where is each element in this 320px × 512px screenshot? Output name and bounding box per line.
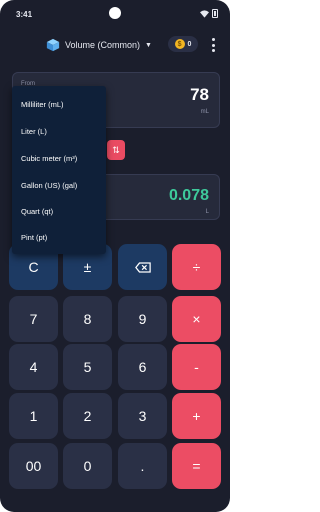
six-key[interactable]: 6	[118, 344, 167, 390]
eight-key[interactable]: 8	[63, 296, 112, 342]
phone-screen: 3:41 Volume (Common) ▼ $ 0 From 78 mL ⇅ …	[0, 0, 230, 512]
decimal-key[interactable]: .	[118, 443, 167, 489]
cube-icon	[46, 38, 60, 52]
plus-key[interactable]: +	[172, 393, 221, 439]
app-bar: Volume (Common) ▼ $ 0	[0, 30, 230, 60]
camera-cutout	[109, 7, 121, 19]
two-key[interactable]: 2	[63, 393, 112, 439]
menu-item-quart[interactable]: Quart (qt)	[12, 197, 106, 225]
battery-icon	[212, 9, 218, 18]
category-selector[interactable]: Volume (Common) ▼	[46, 35, 152, 55]
divide-key[interactable]: ÷	[172, 244, 221, 290]
status-icons	[200, 9, 218, 18]
coin-icon: $	[174, 39, 185, 49]
to-value: 0.078	[168, 187, 209, 204]
seven-key[interactable]: 7	[9, 296, 58, 342]
one-key[interactable]: 1	[9, 393, 58, 439]
status-time: 3:41	[16, 10, 33, 19]
chevron-down-icon: ▼	[145, 41, 152, 49]
equals-key[interactable]: =	[172, 443, 221, 489]
minus-key[interactable]: -	[172, 344, 221, 390]
zero-key[interactable]: 0	[63, 443, 112, 489]
category-label: Volume (Common)	[65, 40, 141, 50]
status-bar: 3:41	[0, 0, 230, 26]
swap-units-button[interactable]: ⇅	[107, 140, 125, 160]
from-value: 78	[190, 85, 209, 104]
wifi-icon	[200, 9, 209, 18]
backspace-icon	[134, 261, 151, 273]
more-options-icon[interactable]	[211, 38, 215, 52]
four-key[interactable]: 4	[9, 344, 58, 390]
menu-item-pint[interactable]: Pint (pt)	[12, 223, 106, 251]
menu-item-liter[interactable]: Liter (L)	[12, 117, 106, 145]
menu-item-cubic-meter[interactable]: Cubic meter (m³)	[12, 144, 106, 172]
three-key[interactable]: 3	[118, 393, 167, 439]
nine-key[interactable]: 9	[118, 296, 167, 342]
swap-icon: ⇅	[112, 144, 120, 155]
five-key[interactable]: 5	[63, 344, 112, 390]
coins-count: 0	[187, 40, 192, 48]
double-zero-key[interactable]: 00	[9, 443, 58, 489]
to-unit: L	[205, 209, 209, 215]
menu-item-milliliter[interactable]: Milliliter (mL)	[12, 90, 106, 118]
backspace-key[interactable]	[118, 244, 167, 290]
menu-item-gallon[interactable]: Gallon (US) (gal)	[12, 171, 106, 199]
multiply-key[interactable]: ×	[172, 296, 221, 342]
unit-dropdown-menu: Milliliter (mL) Liter (L) Cubic meter (m…	[12, 86, 106, 254]
coins-badge[interactable]: $ 0	[168, 36, 198, 52]
from-unit: mL	[200, 109, 209, 115]
